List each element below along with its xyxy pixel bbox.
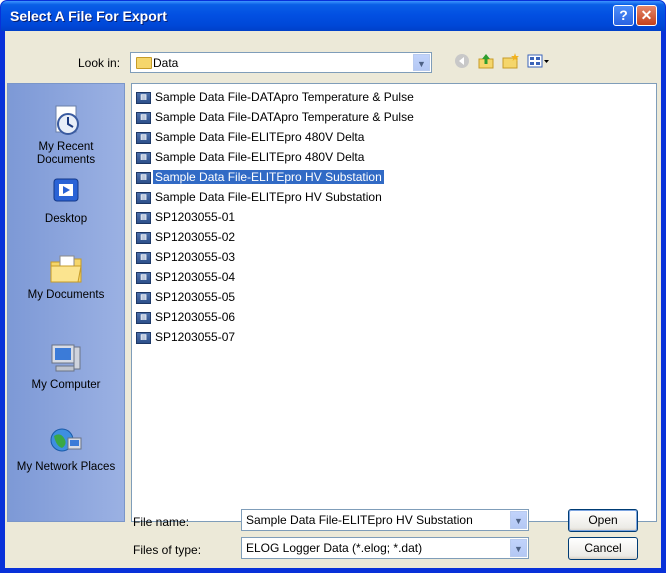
- data-file-icon: ▤: [136, 111, 151, 124]
- list-item[interactable]: ▤ SP1203055-04: [136, 269, 237, 286]
- list-item[interactable]: ▤ Sample Data File-ELITEpro 480V Delta: [136, 129, 366, 146]
- place-my-network-places[interactable]: My Network Places: [8, 424, 124, 474]
- file-name-value: Sample Data File-ELITEpro HV Substation: [246, 513, 473, 527]
- title-bar[interactable]: Select A File For Export ? ✕: [1, 1, 665, 31]
- back-icon[interactable]: [452, 53, 472, 71]
- new-folder-icon[interactable]: [501, 53, 521, 71]
- my-documents-icon: [48, 252, 84, 286]
- place-label: My Recent Documents: [36, 141, 96, 166]
- chevron-down-icon[interactable]: ▼: [510, 539, 527, 557]
- place-label: My Documents: [27, 289, 105, 301]
- file-type-value: ELOG Logger Data (*.elog; *.dat): [246, 541, 423, 555]
- data-file-icon: ▤: [136, 191, 151, 204]
- look-in-dropdown[interactable]: Data ▼: [130, 52, 432, 73]
- file-type-label: Files of type:: [133, 543, 202, 557]
- data-file-icon: ▤: [136, 311, 151, 324]
- list-item[interactable]: ▤ Sample Data File-DATApro Temperature & …: [136, 89, 416, 106]
- place-label: My Computer: [31, 379, 101, 391]
- place-label: Desktop: [44, 213, 88, 225]
- desktop-icon: [48, 176, 84, 210]
- data-file-icon: ▤: [136, 331, 151, 344]
- places-bar: My Recent Documents Desktop My Documents…: [7, 83, 125, 522]
- folder-icon: [136, 57, 152, 69]
- help-button[interactable]: ?: [613, 5, 634, 26]
- list-item[interactable]: ▤ SP1203055-02: [136, 229, 237, 246]
- data-file-icon: ▤: [136, 271, 151, 284]
- file-name-label: File name:: [133, 515, 190, 529]
- close-button[interactable]: ✕: [636, 5, 657, 26]
- file-type-select[interactable]: ELOG Logger Data (*.elog; *.dat) ▼: [241, 537, 529, 559]
- file-name-field[interactable]: Sample Data File-ELITEpro HV Substation …: [241, 509, 529, 531]
- file-list[interactable]: ▤ Sample Data File-DATApro Temperature & …: [131, 83, 657, 522]
- list-item[interactable]: ▤ SP1203055-03: [136, 249, 237, 266]
- data-file-icon: ▤: [136, 91, 151, 104]
- dialog-title: Select A File For Export: [10, 8, 167, 24]
- open-button[interactable]: Open: [568, 509, 638, 532]
- network-places-icon: [48, 424, 84, 458]
- views-menu-icon[interactable]: [526, 53, 552, 71]
- list-item[interactable]: ▤ Sample Data File-ELITEpro 480V Delta: [136, 149, 366, 166]
- list-item[interactable]: ▤ SP1203055-05: [136, 289, 237, 306]
- list-item[interactable]: ▤ Sample Data File-DATApro Temperature & …: [136, 109, 416, 126]
- chevron-down-icon[interactable]: ▼: [510, 511, 527, 529]
- data-file-icon: ▤: [136, 151, 151, 164]
- list-item[interactable]: ▤ Sample Data File-ELITEpro HV Substation: [136, 189, 384, 206]
- dialog-client: Look in: Data ▼ My Recent Documents Desk…: [5, 31, 661, 568]
- data-file-icon: ▤: [136, 291, 151, 304]
- list-item[interactable]: ▤ SP1203055-06: [136, 309, 237, 326]
- chevron-down-icon[interactable]: ▼: [413, 54, 430, 71]
- look-in-value: Data: [153, 56, 179, 70]
- up-folder-icon[interactable]: [476, 53, 496, 71]
- list-item[interactable]: ▤ SP1203055-07: [136, 329, 237, 346]
- data-file-icon: ▤: [136, 131, 151, 144]
- list-item-selected[interactable]: ▤ Sample Data File-ELITEpro HV Substation: [136, 169, 384, 186]
- dialog-window: Select A File For Export ? ✕ Look in: Da…: [0, 0, 666, 573]
- look-in-label: Look in:: [78, 56, 121, 70]
- data-file-icon: ▤: [136, 251, 151, 264]
- cancel-button[interactable]: Cancel: [568, 537, 638, 560]
- data-file-icon: ▤: [136, 171, 151, 184]
- place-my-computer[interactable]: My Computer: [8, 342, 124, 392]
- data-file-icon: ▤: [136, 231, 151, 244]
- place-my-documents[interactable]: My Documents: [8, 252, 124, 302]
- my-computer-icon: [48, 342, 84, 376]
- place-label: My Network Places: [16, 461, 116, 473]
- recent-documents-icon: [48, 104, 84, 138]
- list-item[interactable]: ▤ SP1203055-01: [136, 209, 237, 226]
- place-desktop[interactable]: Desktop: [8, 176, 124, 226]
- data-file-icon: ▤: [136, 211, 151, 224]
- place-my-recent-documents[interactable]: My Recent Documents: [8, 104, 124, 167]
